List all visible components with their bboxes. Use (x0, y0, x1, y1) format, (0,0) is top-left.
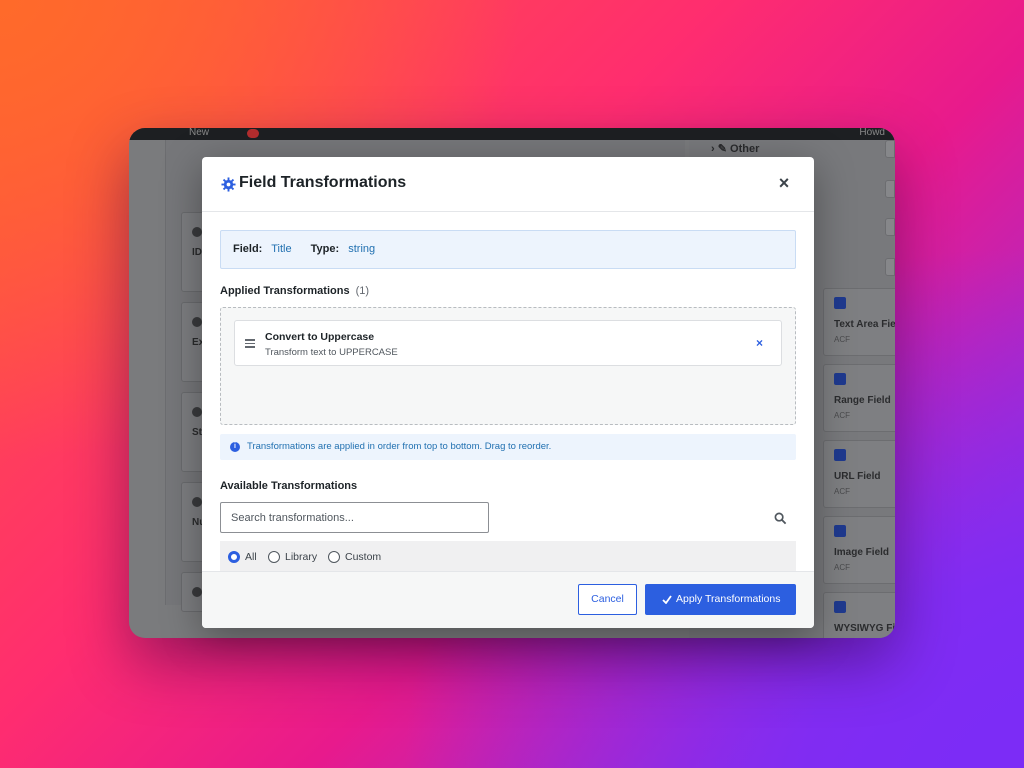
gear-icon (221, 177, 236, 192)
admin-bar-howdy: Howd (859, 128, 885, 138)
remove-transformation-button[interactable]: × (756, 336, 763, 350)
field-type-icon (834, 449, 846, 461)
background-field-type: WYSIWYG Fi (823, 592, 895, 638)
info-notice: i Transformations are applied in order f… (220, 434, 796, 460)
admin-bar-badge (247, 129, 259, 138)
background-group-other: › ✎ Other (711, 142, 759, 155)
filter-library-radio[interactable]: Library (268, 549, 317, 565)
background-field-type: Range Field ACF (823, 364, 895, 432)
applied-transformations-dropzone[interactable]: Convert to Uppercase Transform text to U… (220, 307, 796, 425)
field-type-source: ACF (834, 487, 850, 496)
group-label: Other (730, 143, 760, 155)
radio-dot[interactable] (328, 551, 340, 563)
card-icon (192, 227, 202, 237)
modal-footer: Cancel Apply Transformations (202, 571, 814, 628)
transformation-title: Convert to Uppercase (265, 331, 375, 343)
modal-title: Field Transformations (239, 174, 407, 191)
type-value: string (348, 243, 376, 255)
background-field-type: Image Field ACF (823, 516, 895, 584)
field-type-title: Range Field (834, 395, 891, 406)
applied-count: (1) (355, 285, 370, 297)
background-stub (885, 180, 895, 198)
applied-transformations-heading: Applied Transformations (1) (220, 285, 369, 297)
filter-label: All (245, 551, 257, 563)
apply-transformations-button[interactable]: Apply Transformations (645, 584, 796, 615)
filter-label: Custom (345, 551, 382, 563)
background-field-type: Text Area Fie ACF (823, 288, 895, 356)
gear-icon (192, 317, 202, 327)
background-stub (885, 258, 895, 276)
apply-button-label: Apply Transformations (676, 593, 781, 605)
field-transformations-modal: Field Transformations × Field: Title Typ… (202, 157, 814, 628)
filter-label: Library (285, 551, 318, 563)
pin-icon: ✎ (717, 143, 727, 155)
type-key: Type: (310, 243, 340, 255)
background-stub (885, 218, 895, 236)
field-type-title: Text Area Fie (834, 319, 895, 330)
card-label: ID (192, 247, 202, 258)
info-icon: i (230, 442, 240, 452)
info-notice-text: Transformations are applied in order fro… (247, 441, 552, 452)
search-icon[interactable] (774, 512, 787, 525)
gear-icon (192, 497, 202, 507)
field-type-icon (834, 297, 846, 309)
gear-icon (192, 407, 202, 417)
radio-dot[interactable] (268, 551, 280, 563)
gear-icon (192, 587, 202, 597)
available-transformations-heading: Available Transformations (220, 480, 358, 492)
close-icon: × (778, 173, 790, 193)
transformation-description: Transform text to UPPERCASE (265, 347, 398, 358)
card-label: St (192, 427, 202, 438)
background-field-type: URL Field ACF (823, 440, 895, 508)
field-type-source: ACF (834, 335, 850, 344)
close-button[interactable]: × (776, 173, 792, 193)
filter-bar: All Library Custom (220, 541, 796, 573)
field-type-title: WYSIWYG Fi (834, 623, 895, 634)
field-type-icon (834, 373, 846, 385)
field-type-title: URL Field (834, 471, 881, 482)
field-type-icon (834, 601, 846, 613)
field-info-banner: Field: Title Type: string (220, 230, 796, 269)
search-transformations-input[interactable] (220, 502, 489, 533)
radio-dot[interactable] (228, 551, 240, 563)
chevron-right-icon: › (711, 143, 715, 155)
admin-bar: New Howd (129, 128, 895, 140)
field-type-icon (834, 525, 846, 537)
modal-header: Field Transformations × (202, 157, 814, 212)
field-type-title: Image Field (834, 547, 890, 558)
drag-handle-icon[interactable] (245, 339, 255, 348)
check-icon (662, 595, 672, 604)
applied-transformation-item[interactable]: Convert to Uppercase Transform text to U… (234, 320, 782, 366)
field-key: Field: (233, 243, 263, 255)
background-stub (885, 140, 895, 158)
field-type-source: ACF (834, 563, 850, 572)
cancel-button[interactable]: Cancel (578, 584, 637, 615)
applied-heading-text: Applied Transformations (220, 285, 350, 297)
field-type-source: ACF (834, 411, 850, 420)
filter-custom-radio[interactable]: Custom (328, 549, 381, 565)
close-icon: × (755, 336, 763, 350)
field-value: Title (271, 243, 292, 255)
admin-bar-new: New (189, 128, 210, 138)
filter-all-radio[interactable]: All (228, 549, 257, 565)
